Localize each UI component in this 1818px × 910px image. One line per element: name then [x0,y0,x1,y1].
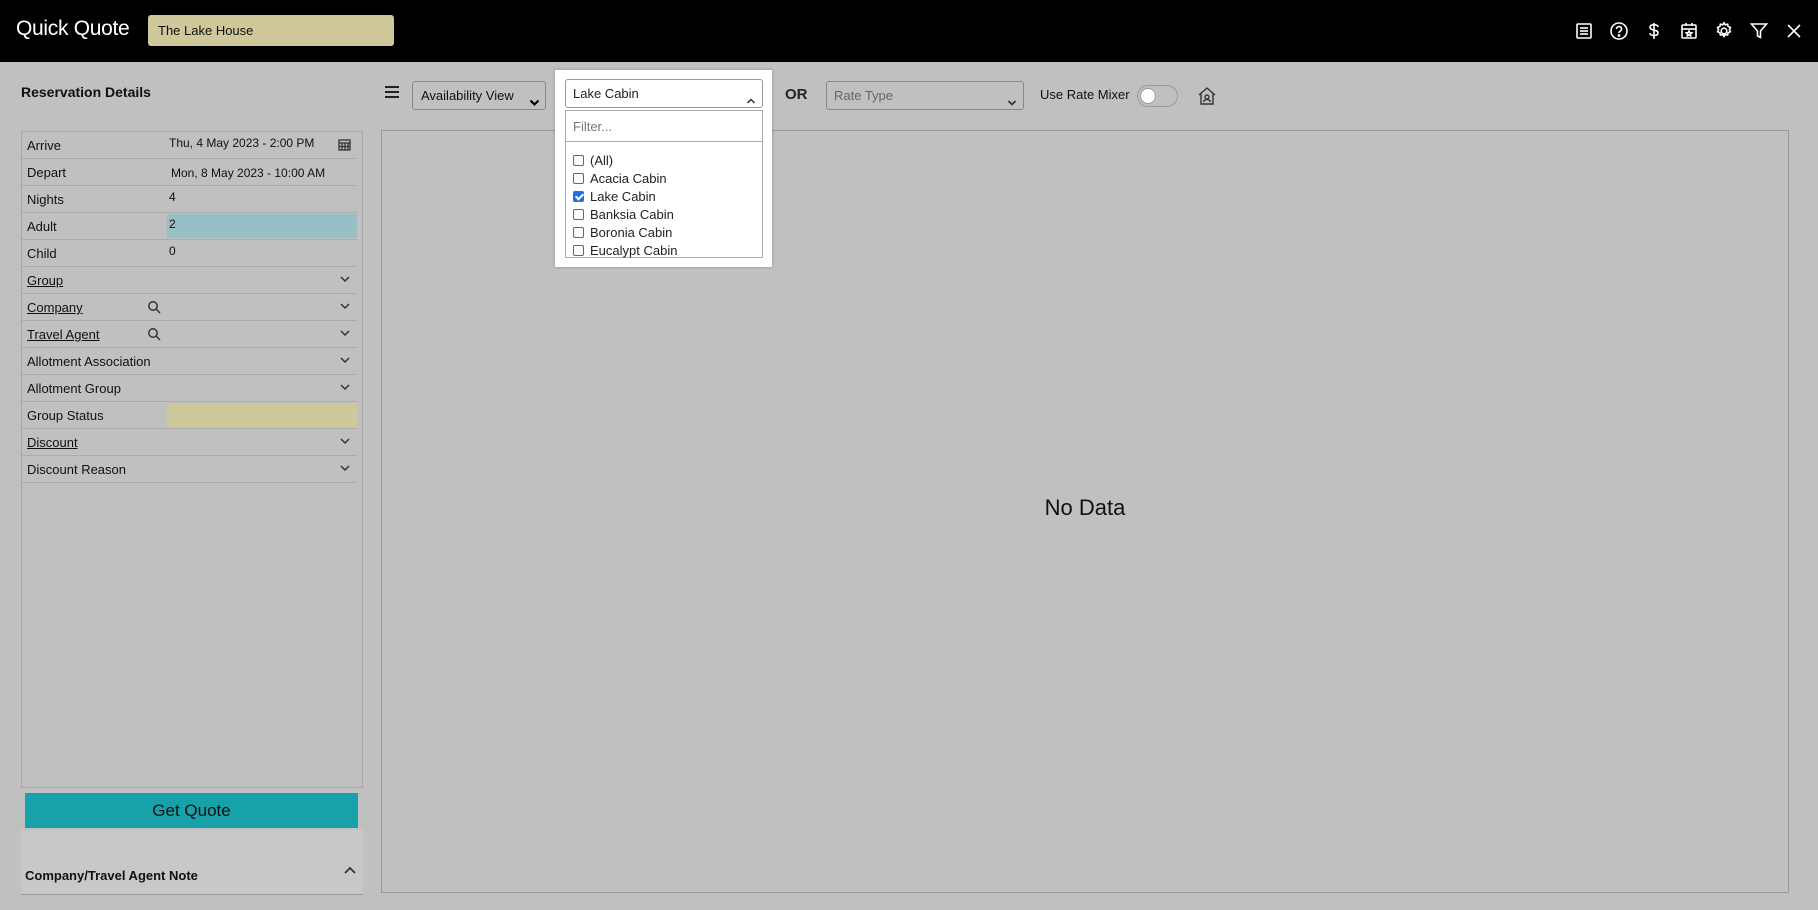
depart-value[interactable]: Mon, 8 May 2023 - 10:00 AM [171,166,325,180]
rate-type-placeholder: Rate Type [834,88,894,103]
depart-label: Depart [27,165,67,180]
option-label: Banksia Cabin [590,206,674,222]
company-row[interactable]: Company [22,294,357,321]
discount-row[interactable]: Discount [22,429,357,456]
hamburger-menu-icon[interactable] [385,86,399,100]
use-rate-mixer-label: Use Rate Mixer [1040,87,1130,102]
area-option[interactable]: Banksia Cabin [573,205,674,223]
rate-type-select[interactable]: Rate Type [826,81,1024,110]
child-value[interactable]: 0 [169,244,176,258]
discount-label[interactable]: Discount [27,435,78,450]
adult-value[interactable]: 2 [169,217,176,231]
gear-icon[interactable] [1714,20,1734,42]
close-icon[interactable] [1784,20,1804,42]
chevron-down-icon[interactable] [339,381,351,393]
discount-reason-row[interactable]: Discount Reason [22,456,357,483]
allotment-association-label: Allotment Association [27,354,151,369]
area-filter-input[interactable] [566,111,762,142]
option-label: (All) [590,152,614,168]
area-options-list: (All) Acacia Cabin Lake Cabin Banksia Cabin… [565,110,763,258]
chevron-down-icon[interactable] [339,327,351,339]
nights-value[interactable]: 4 [169,190,176,204]
area-option[interactable]: Lake Cabin [573,187,656,205]
search-icon[interactable] [147,327,161,341]
group-status-field[interactable] [167,403,357,427]
area-dropdown-toggle[interactable]: Lake Cabin [565,79,763,108]
calendar-icon[interactable] [338,138,351,151]
option-checkbox[interactable] [573,244,584,256]
note-title: Company/Travel Agent Note [25,868,198,883]
toggle-knob [1140,88,1156,104]
nights-label: Nights [27,192,64,207]
top-toolbar [1574,20,1804,44]
chevron-down-icon[interactable] [339,435,351,447]
chevron-up-icon [746,88,756,104]
or-label: OR [785,86,808,103]
top-bar: Quick Quote The Lake House [0,0,1818,62]
option-checkbox[interactable] [573,226,584,238]
company-travel-agent-note: Company/Travel Agent Note [21,830,363,895]
allotment-group-row[interactable]: Allotment Group [22,375,357,402]
discount-reason-label: Discount Reason [27,462,126,477]
option-label: Acacia Cabin [590,170,667,186]
area-option[interactable]: Eucalypt Cabin [573,241,677,259]
allotment-association-row[interactable]: Allotment Association [22,348,357,375]
get-quote-button[interactable]: Get Quote [25,793,358,828]
app-title: Quick Quote [16,17,130,40]
chevron-down-icon[interactable] [339,354,351,366]
arrive-value[interactable]: Thu, 4 May 2023 - 2:00 PM [169,136,314,150]
travel-agent-label[interactable]: Travel Agent [27,327,100,342]
area-option[interactable]: Acacia Cabin [573,169,667,187]
reservation-details-panel: Arrive Thu, 4 May 2023 - 2:00 PM Depart … [21,131,363,788]
chevron-up-icon[interactable] [343,863,357,877]
area-option[interactable]: Boronia Cabin [573,223,672,241]
group-status-label: Group Status [27,408,104,423]
child-label: Child [27,246,57,261]
adult-input-bg [167,214,357,238]
adult-row[interactable]: Adult 2 [22,213,357,240]
arrive-row[interactable]: Arrive Thu, 4 May 2023 - 2:00 PM [22,132,357,159]
nights-row[interactable]: Nights 4 [22,186,357,213]
chevron-down-icon [529,90,540,107]
chevron-down-icon[interactable] [339,273,351,285]
rate-mixer-toggle[interactable] [1137,85,1178,107]
dollar-icon[interactable] [1644,20,1664,42]
help-icon[interactable] [1609,20,1629,42]
option-label: Lake Cabin [590,188,656,204]
area-selected-value: Lake Cabin [573,86,639,101]
travel-agent-row[interactable]: Travel Agent [22,321,357,348]
home-icon[interactable] [1196,85,1218,107]
depart-row[interactable]: Depart Mon, 8 May 2023 - 10:00 AM [22,159,357,186]
group-row[interactable]: Group [22,267,357,294]
option-checkbox[interactable] [573,154,584,166]
option-checkbox[interactable] [573,208,584,220]
chevron-down-icon[interactable] [339,300,351,312]
group-label[interactable]: Group [27,273,63,288]
option-label: Boronia Cabin [590,224,673,240]
reservation-details-heading: Reservation Details [21,84,151,100]
calendar-star-icon[interactable] [1679,20,1699,42]
filter-icon[interactable] [1749,20,1769,42]
option-label: Eucalypt Cabin [590,242,678,258]
chevron-down-icon [1007,90,1017,106]
arrive-label: Arrive [27,138,61,153]
report-icon[interactable] [1574,20,1594,42]
view-select[interactable]: Availability View [412,81,546,110]
option-checkbox[interactable] [573,190,584,202]
option-checkbox[interactable] [573,172,584,184]
adult-label: Adult [27,219,57,234]
allotment-group-label: Allotment Group [27,381,121,396]
group-status-row[interactable]: Group Status [22,402,357,429]
company-label[interactable]: Company [27,300,83,315]
search-icon[interactable] [147,300,161,314]
area-dropdown[interactable]: Lake Cabin (All) Acacia Cabin Lake Cabin Ba… [555,70,772,267]
no-data-text: No Data [1044,495,1126,520]
view-select-value: Availability View [421,88,514,103]
chevron-down-icon[interactable] [339,462,351,474]
area-option[interactable]: (All) [573,151,613,169]
child-row[interactable]: Child 0 [22,240,357,267]
property-name-field[interactable]: The Lake House [148,15,394,46]
